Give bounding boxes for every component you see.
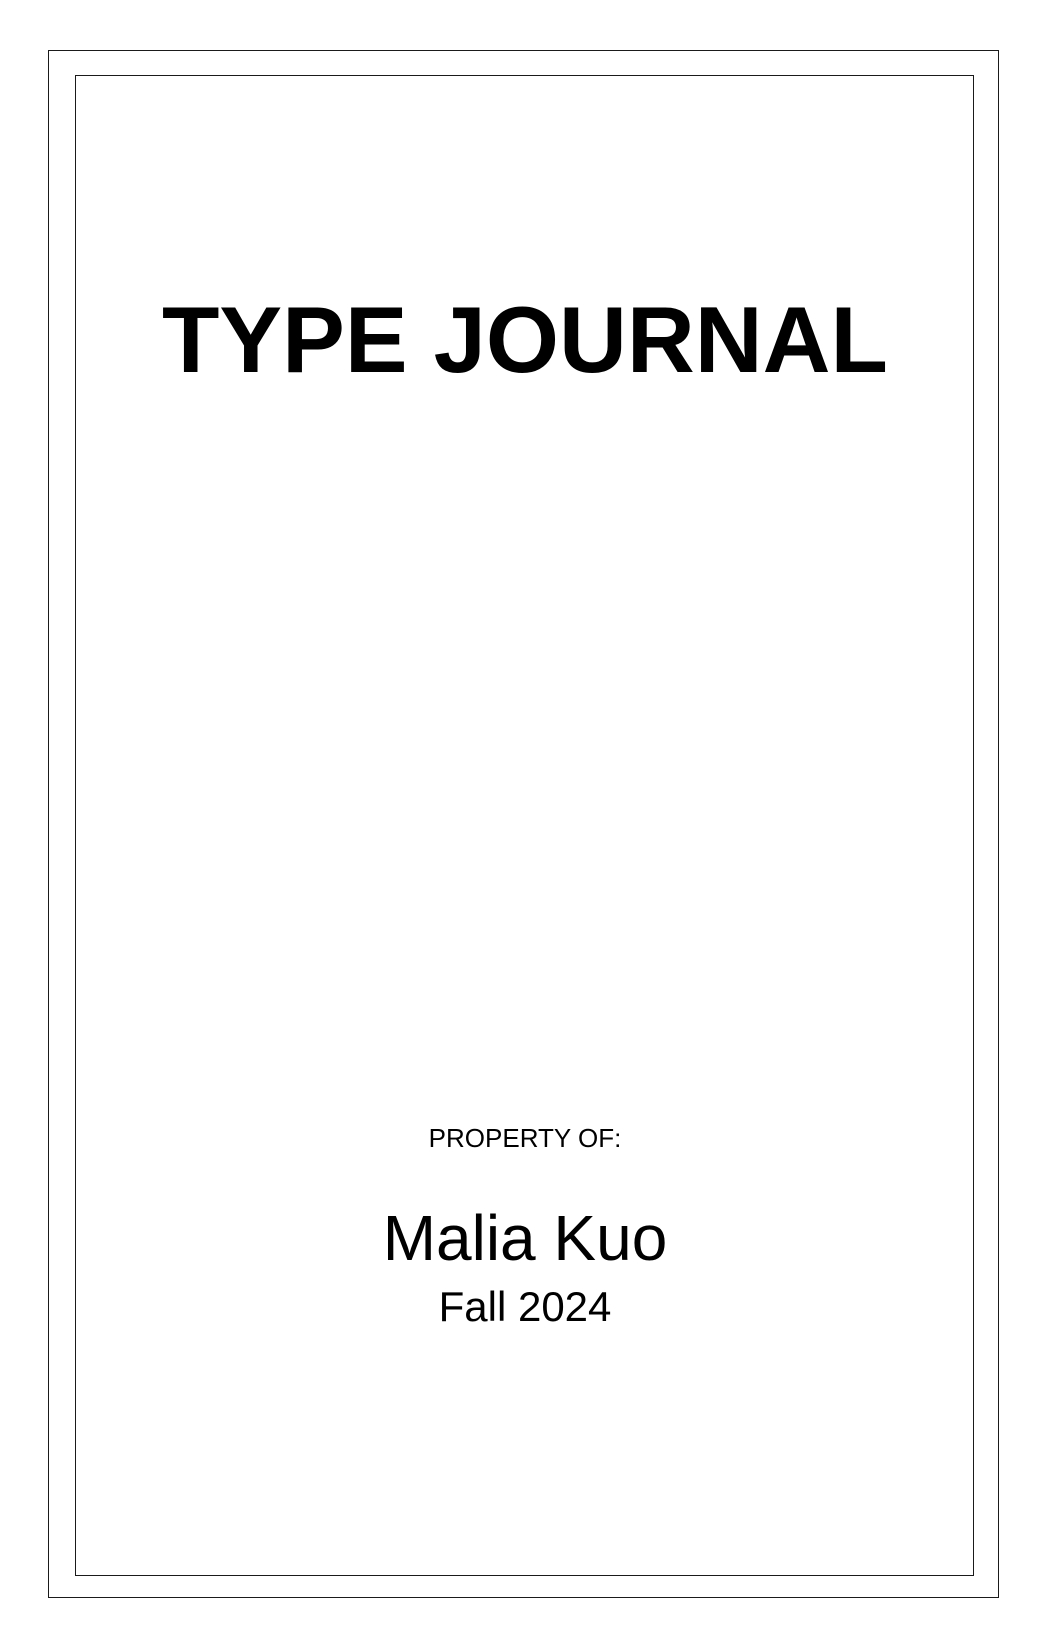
journal-title: TYPE JOURNAL: [162, 287, 888, 392]
owner-name: Malia Kuo: [382, 1202, 668, 1274]
term-label: Fall 2024: [438, 1283, 612, 1330]
property-of-label: PROPERTY OF:: [428, 1123, 622, 1153]
